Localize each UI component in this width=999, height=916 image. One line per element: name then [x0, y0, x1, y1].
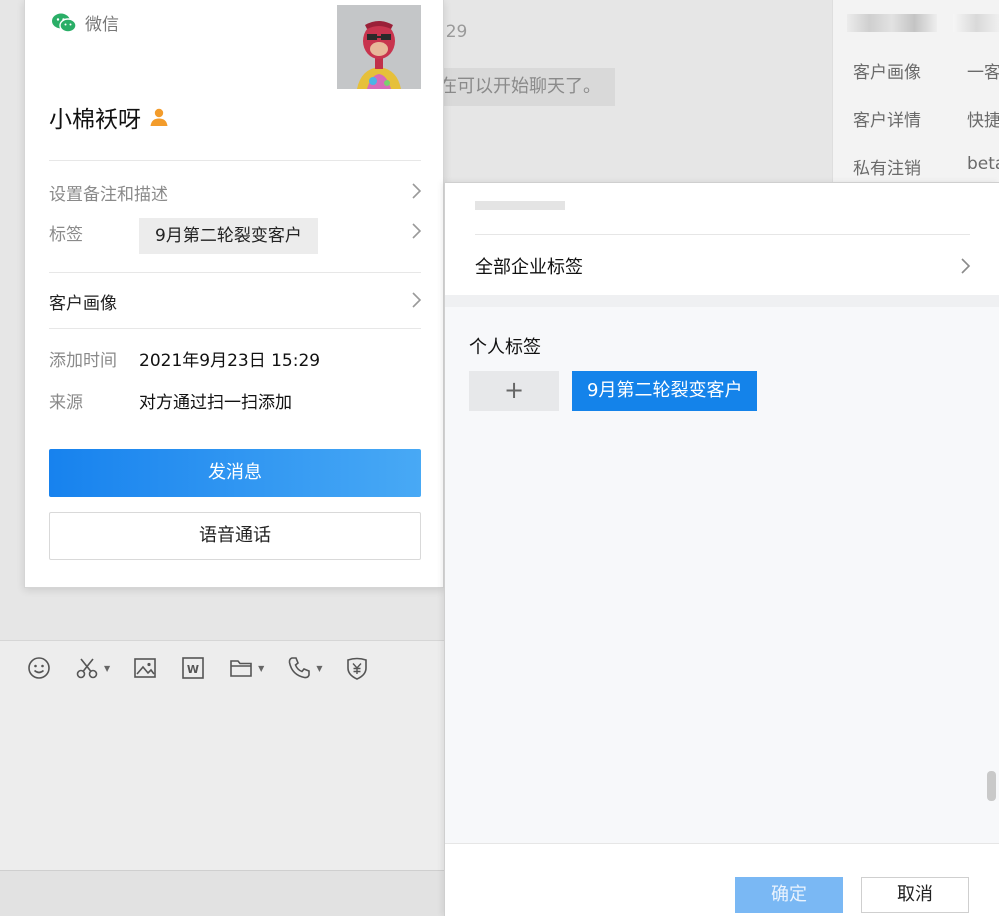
- enterprise-tags-section: 全部企业标签: [445, 183, 999, 295]
- divider: [49, 160, 421, 161]
- chevron-down-icon: ▼: [316, 663, 323, 673]
- chevron-right-icon[interactable]: [959, 257, 971, 275]
- call-button[interactable]: ▼: [286, 655, 322, 681]
- payment-button[interactable]: [344, 655, 370, 681]
- scrollbar-thumb[interactable]: [987, 771, 996, 801]
- origin-label: 来源: [49, 393, 83, 413]
- section-placeholder: [475, 201, 565, 210]
- chevron-down-icon: ▼: [258, 663, 265, 673]
- side-item-customer-portrait[interactable]: 客户画像: [853, 58, 921, 83]
- file-button[interactable]: ▼: [228, 655, 264, 681]
- customer-name-row: 小棉袄呀: [49, 100, 169, 134]
- word-doc-icon: W: [182, 657, 204, 679]
- person-icon: [150, 108, 168, 126]
- document-button[interactable]: W: [180, 655, 206, 681]
- remark-description-link[interactable]: 设置备注和描述: [49, 180, 168, 205]
- customer-profile-card: 微信 小棉袄呀 设置备注和描述 标签 9月第二轮裂变客户 客户画像 添加时间 2…: [24, 0, 444, 588]
- side-item-one[interactable]: 一客: [967, 58, 999, 83]
- divider: [49, 328, 421, 329]
- folder-icon: [230, 660, 252, 677]
- personal-tags-title: 个人标签: [469, 337, 541, 358]
- tag-chip[interactable]: 9月第二轮裂变客户: [139, 218, 318, 254]
- status-bar: [0, 870, 444, 916]
- screenshot-button[interactable]: ▼: [74, 655, 110, 681]
- image-button[interactable]: [132, 655, 158, 681]
- selected-personal-tag[interactable]: 9月第二轮裂变客户: [572, 371, 758, 411]
- image-icon: [134, 658, 156, 678]
- side-panel: 客户画像 一客 客户详情 快捷 私有注销 beta: [832, 0, 999, 200]
- voice-call-button[interactable]: 语音通话: [49, 512, 421, 560]
- money-shield-icon: [347, 657, 368, 680]
- emoji-icon: [28, 657, 50, 679]
- all-enterprise-tags-link[interactable]: 全部企业标签: [475, 253, 583, 279]
- phone-icon: [288, 657, 311, 679]
- confirm-button[interactable]: 确定: [735, 877, 843, 913]
- side-item-private-logout[interactable]: 私有注销: [853, 154, 921, 179]
- added-time-value: 2021年9月23日 15:29: [139, 351, 321, 371]
- source-badge: 微信: [51, 10, 119, 35]
- chevron-right-icon[interactable]: [410, 182, 422, 200]
- scissors-icon: [76, 658, 98, 679]
- chevron-right-icon[interactable]: [410, 291, 422, 309]
- divider: [49, 272, 421, 273]
- wechat-icon: [52, 13, 77, 33]
- cancel-button[interactable]: 取消: [861, 877, 969, 913]
- side-item-shortcut[interactable]: 快捷: [967, 106, 999, 131]
- customer-name: 小棉袄呀: [49, 107, 141, 133]
- send-message-button[interactable]: 发消息: [49, 449, 421, 497]
- side-item-beta[interactable]: beta: [967, 154, 999, 174]
- chevron-right-icon[interactable]: [410, 222, 422, 240]
- avatar[interactable]: [337, 5, 421, 89]
- system-message: 在可以开始聊天了。: [433, 68, 615, 106]
- svg-text:W: W: [187, 663, 199, 676]
- message-time: :29: [440, 22, 468, 42]
- side-item-customer-details[interactable]: 客户详情: [853, 106, 921, 131]
- emoji-button[interactable]: [26, 655, 52, 681]
- section-separator: [445, 295, 999, 307]
- blurred-text: [847, 14, 937, 32]
- add-tag-button[interactable]: +: [469, 371, 559, 411]
- dialog-footer: 确定 取消: [445, 843, 999, 916]
- origin-value: 对方通过扫一扫添加: [139, 393, 292, 413]
- divider: [475, 234, 970, 235]
- chat-toolbar: ▼ W ▼ ▼: [26, 652, 392, 684]
- customer-portrait-link[interactable]: 客户画像: [49, 289, 117, 314]
- tag-selection-dialog: 全部企业标签 个人标签 + 9月第二轮裂变客户 确定 取消: [444, 182, 999, 916]
- added-time-label: 添加时间: [49, 351, 117, 371]
- chevron-down-icon: ▼: [104, 663, 111, 673]
- avatar-image: [337, 5, 421, 89]
- tag-label: 标签: [49, 225, 83, 245]
- blurred-text: [953, 14, 999, 32]
- source-label: 微信: [85, 15, 119, 35]
